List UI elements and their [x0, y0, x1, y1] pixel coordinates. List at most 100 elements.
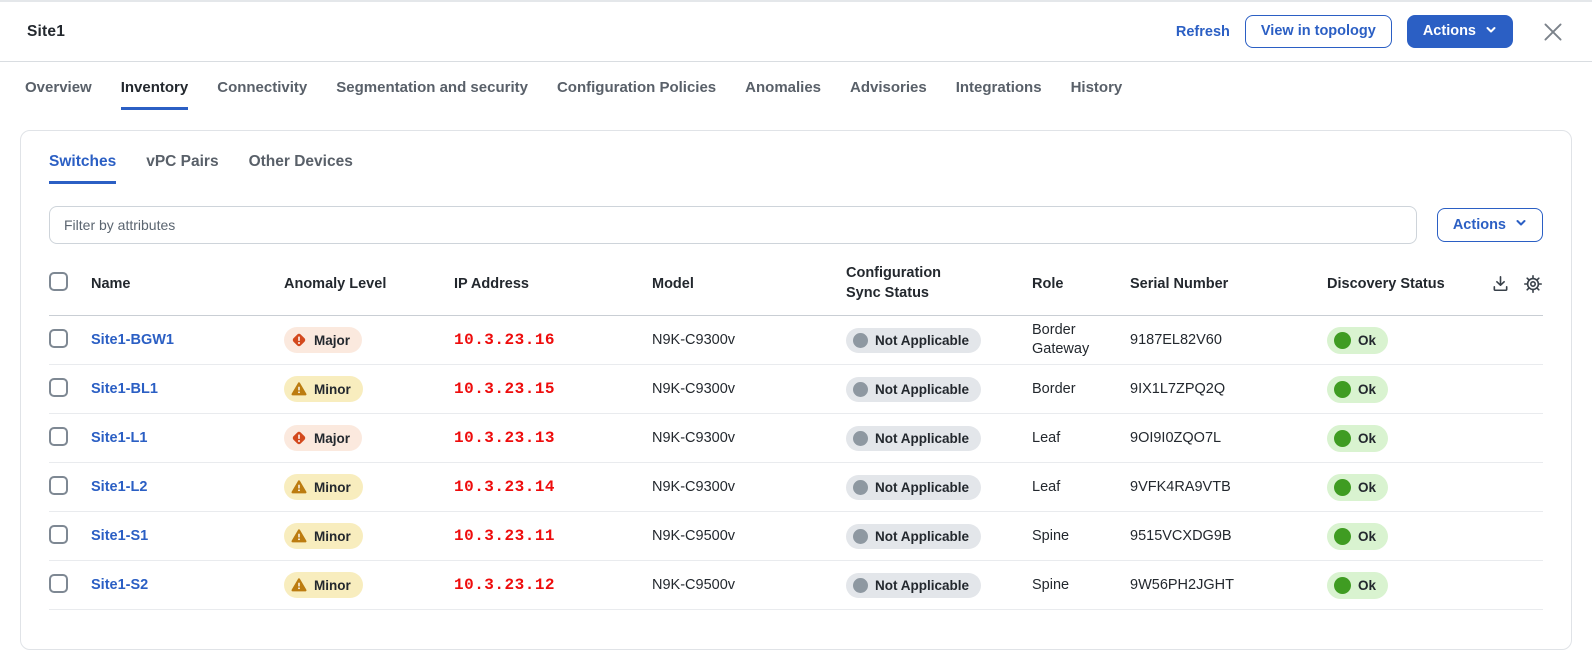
row-checkbox[interactable] — [49, 525, 68, 544]
configuration-sync-status-badge: Not Applicable — [846, 475, 981, 500]
view-in-topology-button[interactable]: View in topology — [1245, 15, 1392, 48]
gear-icon[interactable] — [1523, 274, 1543, 294]
configuration-sync-status-label: Not Applicable — [875, 382, 969, 397]
discovery-status-label: Ok — [1358, 333, 1376, 348]
header-actions-button[interactable]: Actions — [1407, 15, 1513, 49]
status-dot-icon — [1334, 381, 1351, 398]
anomaly-level-badge: Minor — [284, 572, 363, 598]
serial-number: 9187EL82V60 — [1130, 332, 1327, 348]
table-header-row: Name Anomaly Level IP Address Model Conf… — [49, 260, 1543, 316]
anomaly-level-badge: Minor — [284, 474, 363, 500]
anomaly-icon — [291, 430, 307, 446]
subtab-switches[interactable]: Switches — [49, 153, 116, 184]
column-header-serial-number[interactable]: Serial Number — [1130, 276, 1327, 292]
status-dot-icon — [853, 382, 868, 397]
role: Spine — [1032, 527, 1069, 546]
row-checkbox[interactable] — [49, 378, 68, 397]
discovery-status-badge: Ok — [1327, 376, 1388, 403]
anomaly-level-label: Minor — [314, 382, 351, 397]
table-row[interactable]: Site1-S1 Minor 10.3.23.11 N9K-C9500v Not… — [49, 512, 1543, 561]
discovery-status-badge: Ok — [1327, 425, 1388, 452]
row-checkbox[interactable] — [49, 427, 68, 446]
status-dot-icon — [1334, 430, 1351, 447]
table-row[interactable]: Site1-L2 Minor 10.3.23.14 N9K-C9300v Not… — [49, 463, 1543, 512]
discovery-status-badge: Ok — [1327, 523, 1388, 550]
serial-number: 9OI9I0ZQO7L — [1130, 430, 1327, 446]
anomaly-icon — [291, 577, 307, 593]
discovery-status-label: Ok — [1358, 382, 1376, 397]
status-dot-icon — [853, 529, 868, 544]
tab-connectivity[interactable]: Connectivity — [217, 79, 307, 110]
ip-address: 10.3.23.14 — [454, 478, 652, 496]
inventory-card: Switches vPC Pairs Other Devices Actions N… — [20, 130, 1572, 650]
anomaly-level-badge: Minor — [284, 376, 363, 402]
anomaly-level-badge: Major — [284, 327, 362, 353]
close-icon[interactable] — [1540, 19, 1566, 45]
serial-number: 9IX1L7ZPQ2Q — [1130, 381, 1327, 397]
ip-address: 10.3.23.15 — [454, 380, 652, 398]
switch-name-link[interactable]: Site1-L2 — [91, 479, 147, 495]
switch-name-link[interactable]: Site1-BL1 — [91, 381, 158, 397]
table-toolbar: Actions — [49, 206, 1543, 244]
download-icon[interactable] — [1491, 274, 1510, 293]
subtab-other-devices[interactable]: Other Devices — [249, 153, 353, 184]
header-actions: Refresh View in topology Actions — [1176, 15, 1566, 49]
ip-address: 10.3.23.16 — [454, 331, 652, 349]
row-checkbox[interactable] — [49, 329, 68, 348]
switch-name-link[interactable]: Site1-BGW1 — [91, 332, 174, 348]
configuration-sync-status-label: Not Applicable — [875, 578, 969, 593]
switch-name-link[interactable]: Site1-S2 — [91, 577, 148, 593]
column-header-ip-address[interactable]: IP Address — [454, 276, 652, 292]
model: N9K-C9300v — [652, 332, 846, 348]
table-row[interactable]: Site1-L1 Major 10.3.23.13 N9K-C9300v Not… — [49, 414, 1543, 463]
column-header-configuration-sync-status[interactable]: Configuration Sync Status — [846, 264, 986, 303]
discovery-status-badge: Ok — [1327, 474, 1388, 501]
model: N9K-C9300v — [652, 381, 846, 397]
column-header-anomaly-level[interactable]: Anomaly Level — [284, 276, 454, 292]
table-actions-button[interactable]: Actions — [1437, 208, 1543, 242]
table-row[interactable]: Site1-BL1 Minor 10.3.23.15 N9K-C9300v No… — [49, 365, 1543, 414]
tab-segmentation-and-security[interactable]: Segmentation and security — [336, 79, 528, 110]
tab-anomalies[interactable]: Anomalies — [745, 79, 821, 110]
tab-configuration-policies[interactable]: Configuration Policies — [557, 79, 716, 110]
column-header-discovery-status[interactable]: Discovery Status — [1327, 276, 1477, 292]
tab-integrations[interactable]: Integrations — [956, 79, 1042, 110]
role: Leaf — [1032, 478, 1060, 497]
row-checkbox[interactable] — [49, 476, 68, 495]
configuration-sync-status-badge: Not Applicable — [846, 377, 981, 402]
switch-name-link[interactable]: Site1-L1 — [91, 430, 147, 446]
table-actions-label: Actions — [1453, 218, 1506, 233]
ip-address: 10.3.23.11 — [454, 527, 652, 545]
row-checkbox[interactable] — [49, 574, 68, 593]
column-header-model[interactable]: Model — [652, 276, 846, 292]
table-body: Site1-BGW1 Major 10.3.23.16 N9K-C9300v N… — [49, 316, 1543, 610]
anomaly-level-badge: Minor — [284, 523, 363, 549]
subtab-vpc-pairs[interactable]: vPC Pairs — [146, 153, 218, 184]
switch-name-link[interactable]: Site1-S1 — [91, 528, 148, 544]
anomaly-icon — [291, 381, 307, 397]
discovery-status-label: Ok — [1358, 480, 1376, 495]
column-header-role[interactable]: Role — [1032, 276, 1130, 292]
table-row[interactable]: Site1-BGW1 Major 10.3.23.16 N9K-C9300v N… — [49, 316, 1543, 365]
table-row[interactable]: Site1-S2 Minor 10.3.23.12 N9K-C9500v Not… — [49, 561, 1543, 610]
tab-advisories[interactable]: Advisories — [850, 79, 927, 110]
serial-number: 9W56PH2JGHT — [1130, 577, 1327, 593]
status-dot-icon — [1334, 528, 1351, 545]
ip-address: 10.3.23.13 — [454, 429, 652, 447]
model: N9K-C9300v — [652, 430, 846, 446]
serial-number: 9VFK4RA9VTB — [1130, 479, 1327, 495]
tab-history[interactable]: History — [1071, 79, 1123, 110]
serial-number: 9515VCXDG9B — [1130, 528, 1327, 544]
refresh-button[interactable]: Refresh — [1176, 24, 1230, 40]
tab-overview[interactable]: Overview — [25, 79, 92, 110]
discovery-status-label: Ok — [1358, 578, 1376, 593]
model: N9K-C9500v — [652, 528, 846, 544]
anomaly-icon — [291, 528, 307, 544]
column-header-name[interactable]: Name — [91, 276, 284, 292]
chevron-down-icon — [1485, 24, 1497, 40]
filter-input[interactable] — [49, 206, 1417, 244]
select-all-checkbox[interactable] — [49, 272, 68, 291]
panel-header: Site1 Refresh View in topology Actions — [0, 2, 1592, 62]
discovery-status-badge: Ok — [1327, 572, 1388, 599]
tab-inventory[interactable]: Inventory — [121, 79, 189, 110]
